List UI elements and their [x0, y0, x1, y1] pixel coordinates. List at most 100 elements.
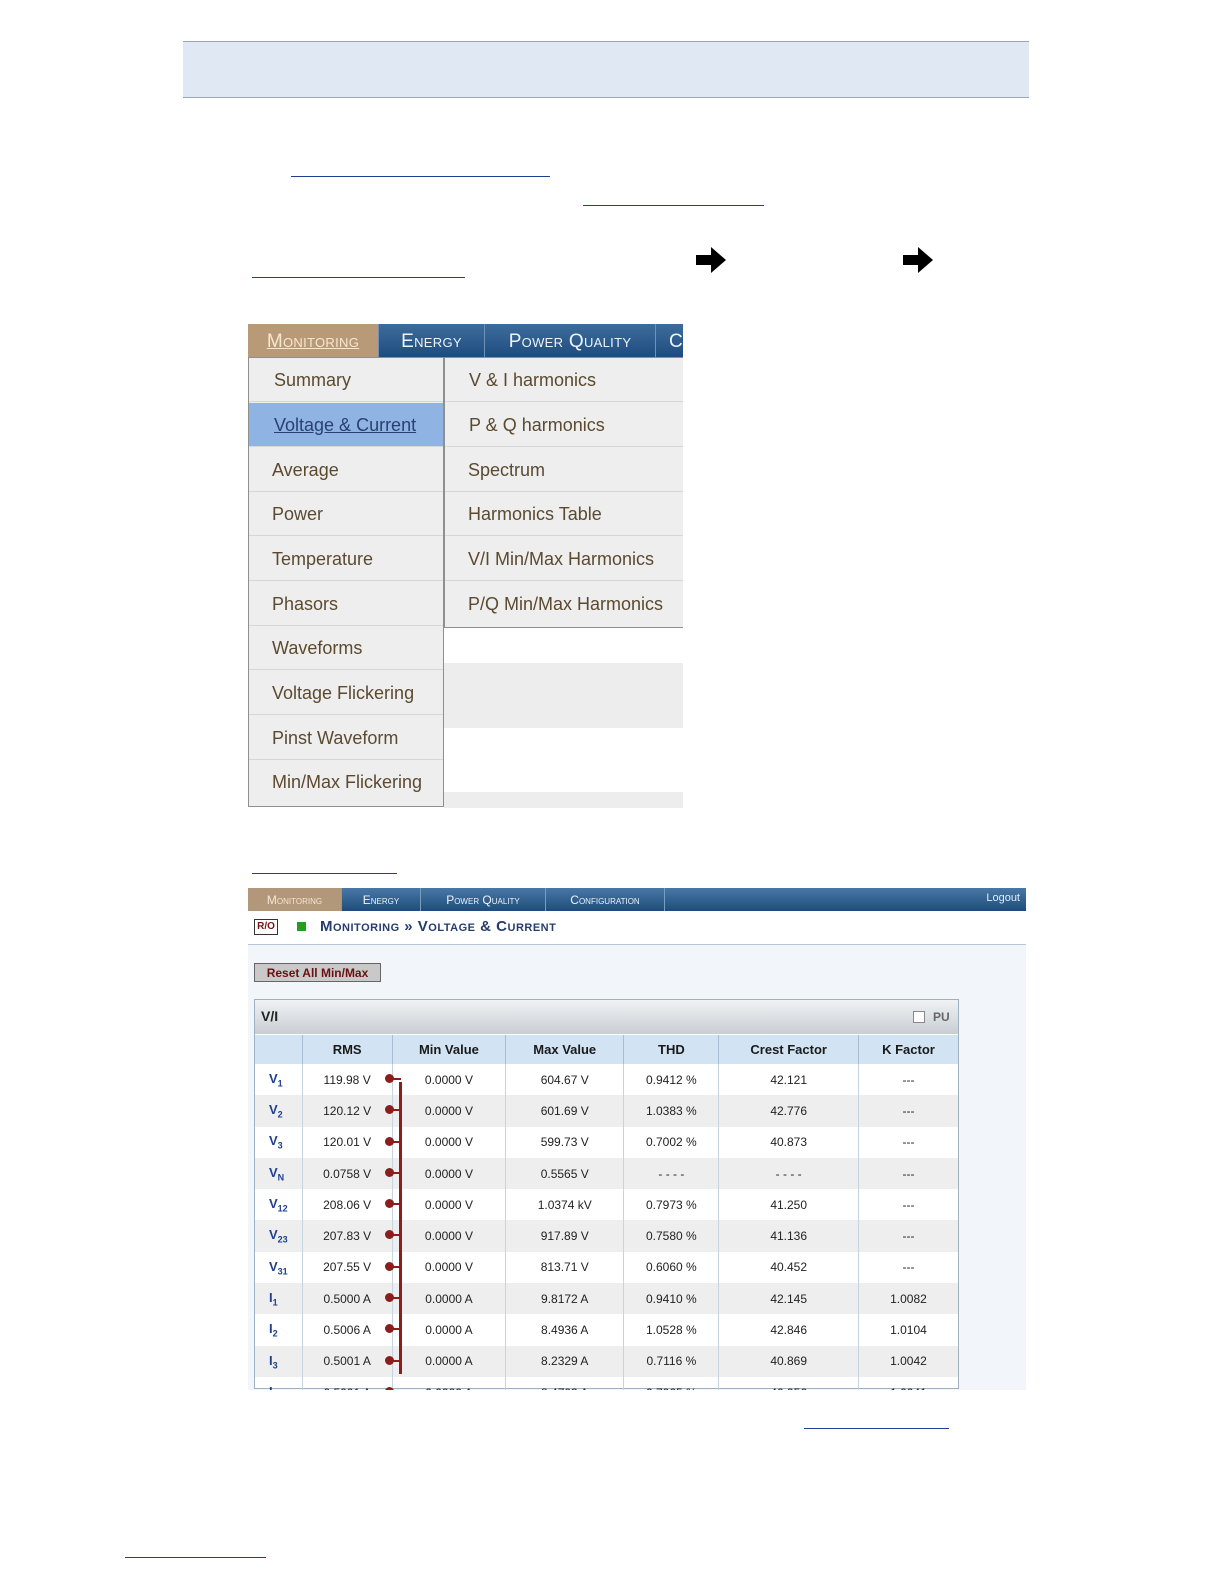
menu-item-waveforms[interactable]: Waveforms [249, 626, 443, 670]
link-underline[interactable] [804, 1428, 949, 1429]
menu-item-voltage-flickering[interactable]: Voltage Flickering [249, 671, 443, 715]
submenu-pq-minmax-harmonics[interactable]: P/Q Min/Max Harmonics [445, 582, 683, 626]
row-label: V3 [255, 1126, 303, 1158]
crest-cell: 40.452 [718, 1251, 859, 1284]
crest-cell: 41.250 [718, 1189, 859, 1221]
k-factor-cell: 1.0082 [858, 1283, 958, 1315]
min-cell: 0.0000 A [392, 1283, 507, 1315]
link-underline[interactable] [583, 205, 764, 206]
vi-panel: V/I PU RMS Min Value Max Value THD Crest… [254, 999, 959, 1390]
tab-monitoring[interactable]: Monitoring [248, 324, 379, 357]
submenu-vi-minmax-harmonics[interactable]: V/I Min/Max Harmonics [445, 537, 683, 581]
link-underline[interactable] [125, 1557, 266, 1558]
row-label: V12 [255, 1189, 303, 1221]
column-header-thd: THD [623, 1035, 720, 1064]
submenu-vi-harmonics[interactable]: V & I harmonics [445, 358, 683, 402]
tab-energy[interactable]: Energy [379, 324, 485, 357]
tab-power-quality[interactable]: Power Quality [421, 888, 546, 911]
link-underline[interactable] [291, 176, 550, 177]
logout-link[interactable]: Logout [986, 888, 1020, 908]
submenu-harmonics-table[interactable]: Harmonics Table [445, 492, 683, 536]
row-label-sub: 3 [272, 1360, 278, 1371]
table-row: V31 207.55 V 0.0000 V 813.71 V 0.6060 % 40.45… [255, 1251, 958, 1284]
max-cell: 813.71 V [505, 1251, 625, 1284]
column-header [255, 1035, 303, 1064]
rms-cell: 0.0758 V [302, 1157, 401, 1190]
crest-cell: 41.136 [718, 1220, 859, 1252]
menu-item-phasors[interactable]: Phasors [249, 582, 443, 626]
thd-cell: 0.7116 % [623, 1345, 720, 1377]
menu-item-average[interactable]: Average [249, 448, 443, 492]
thd-cell: 1.0528 % [623, 1314, 720, 1346]
tab-power-quality[interactable]: Power Quality [485, 324, 656, 357]
row-label: IN [255, 1376, 303, 1390]
k-factor-cell: --- [902, 1072, 915, 1087]
page-title-bar: R/O Monitoring » Voltage & Current [248, 911, 1026, 945]
tab-monitoring[interactable]: Monitoring [248, 888, 342, 911]
row-label-main: V [269, 1258, 278, 1274]
menu-item-voltage-current[interactable]: Voltage & Current [249, 403, 443, 447]
row-label: I1 [255, 1283, 303, 1315]
menu-item-min-max-flickering[interactable]: Min/Max Flickering [249, 760, 443, 804]
submenu-spectrum[interactable]: Spectrum [445, 448, 683, 492]
min-cell: 0.0000 V [392, 1126, 507, 1158]
table-row: I2 0.5006 A 0.0000 A 8.4936 A 1.0528 % 42.846… [255, 1314, 958, 1346]
rms-value: 0.5000 A [323, 1291, 371, 1306]
menu-item-temperature[interactable]: Temperature [249, 537, 443, 581]
menu-item-pinst-waveform[interactable]: Pinst Waveform [249, 716, 443, 760]
menu-item-summary[interactable]: Summary [249, 358, 443, 402]
rms-cell: 0.5001 A [302, 1345, 401, 1377]
minmax-connector-bar [399, 1082, 402, 1374]
crest-cell: 40.873 [718, 1126, 859, 1158]
checkbox-icon[interactable] [913, 1011, 925, 1023]
min-cell: 0.0000 V [392, 1095, 507, 1127]
rms-cell: 119.98 V [302, 1064, 401, 1096]
menu-screenshot: Monitoring Energy Power Quality C Summar… [248, 324, 683, 808]
document-header-band [183, 41, 1029, 98]
status-square-icon [297, 922, 306, 931]
row-label-sub: 2 [277, 1109, 283, 1120]
menu-item-power[interactable]: Power [249, 492, 443, 536]
table-row: VN 0.0758 V 0.0000 V 0.5565 V- - - -- - - -… [255, 1157, 958, 1190]
vi-table: RMS Min Value Max Value THD Crest Factor… [255, 1035, 958, 1390]
right-arrow-icon [903, 247, 933, 273]
max-cell: 1.0374 kV [505, 1189, 625, 1221]
row-label-main: I [269, 1384, 273, 1390]
rms-value: 0.5001 A [323, 1354, 371, 1369]
row-label-main: V [269, 1070, 278, 1086]
rms-cell: 0.5001 A [302, 1376, 394, 1390]
crest-cell: 40.956 [718, 1376, 859, 1390]
tab-configuration-truncated[interactable]: C [656, 324, 683, 357]
rms-value: 120.01 V [323, 1135, 372, 1150]
thd-cell: 1.0383 % [623, 1095, 720, 1127]
reset-all-minmax-button[interactable]: Reset All Min/Max [254, 963, 381, 982]
pu-label: PU [933, 1010, 950, 1024]
min-cell: 0.0000 V [392, 1189, 507, 1221]
min-cell: 0.0000 V [392, 1251, 507, 1284]
submenu-pq-harmonics[interactable]: P & Q harmonics [445, 403, 683, 447]
k-factor-cell: 1.0042 [858, 1345, 958, 1377]
row-label-main: V [269, 1164, 278, 1180]
table-row: IN 0.5001 A 0.0000 A8.4703 A0.7065 %40.956… [255, 1376, 958, 1390]
rms-cell: 120.01 V [302, 1126, 401, 1158]
link-underline[interactable] [252, 873, 397, 874]
row-label: V2 [255, 1095, 303, 1127]
connector-dot-icon [384, 1293, 394, 1303]
rms-cell: 0.5000 A [302, 1283, 401, 1315]
voltage-current-screenshot: Monitoring Energy Power Quality Configur… [248, 888, 1026, 1390]
row-label-main: V [269, 1196, 278, 1212]
monitoring-menu: Summary Voltage & Current Average Power … [248, 357, 444, 807]
table-row: V2 120.12 V 0.0000 V 601.69 V 1.0383 % 42.776… [255, 1095, 958, 1127]
column-header-rms: RMS [302, 1035, 393, 1064]
connector-dot-icon [384, 1105, 394, 1115]
thd-cell: 0.7973 % [623, 1189, 720, 1221]
row-label-main: V [269, 1133, 278, 1149]
row-label: V23 [255, 1220, 303, 1252]
row-label: I2 [255, 1314, 303, 1346]
row-label-sub: 1 [277, 1078, 283, 1089]
tab-energy[interactable]: Energy [342, 888, 421, 911]
thd-cell: 0.9412 % [623, 1064, 720, 1096]
rms-cell: 207.83 V [302, 1220, 401, 1252]
tab-configuration[interactable]: Configuration [546, 888, 665, 911]
link-underline[interactable] [252, 277, 465, 278]
